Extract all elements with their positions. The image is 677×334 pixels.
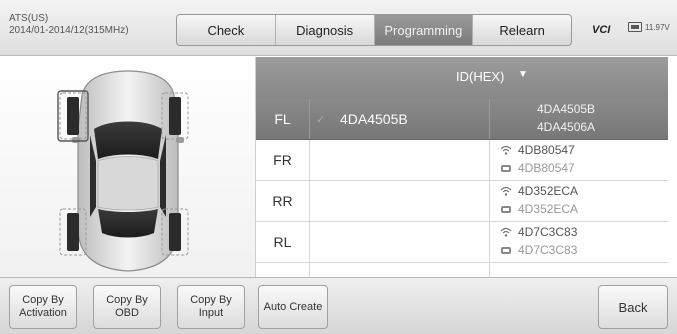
- sensor-id-cell: 4D352ECA 4D352ECA: [490, 181, 668, 221]
- sensor-id: 4D352ECA: [518, 184, 579, 198]
- back-button[interactable]: Back: [598, 285, 668, 329]
- vci-status-icon: VCI: [592, 24, 611, 36]
- sensor-id: 4DA4505B: [537, 102, 596, 116]
- copy-by-obd-button[interactable]: Copy By OBD: [93, 285, 161, 329]
- obd-icon: [501, 246, 511, 254]
- obd-icon: [501, 164, 511, 172]
- wheel-fl[interactable]: [67, 97, 79, 135]
- battery-icon: [628, 22, 642, 32]
- wheel-position-label: RL: [256, 222, 310, 262]
- tab-diagnosis[interactable]: Diagnosis: [274, 15, 374, 45]
- table-row-fl[interactable]: FL ✓ 4DA4505B 4DA4505B 4DA4506A: [256, 99, 668, 140]
- obd-icon: [501, 205, 511, 213]
- table-row-fr[interactable]: FR 4DB80547 4DB80547: [256, 140, 668, 181]
- battery-indicator: 11.97V: [628, 22, 670, 32]
- obd-id: 4DA4506A: [537, 120, 596, 134]
- wireless-icon: [500, 186, 512, 196]
- function-tabs: Check Diagnosis Programming Relearn: [176, 14, 572, 46]
- tab-check[interactable]: Check: [177, 15, 275, 45]
- sort-down-icon[interactable]: ▼: [518, 69, 528, 80]
- programmed-id-cell: [310, 181, 490, 221]
- obd-id: 4DB80547: [518, 161, 575, 175]
- wheel-position-label: FR: [256, 140, 310, 180]
- sensor-id: 4D7C3C83: [518, 225, 578, 239]
- sensor-id-cell: 4D7C3C83 4D7C3C83: [490, 222, 668, 262]
- car-roof: [97, 156, 159, 211]
- table-header: ID(HEX) ▼: [256, 57, 668, 99]
- programmed-id-cell: [310, 140, 490, 180]
- sensor-id-cell: 4DB80547 4DB80547: [490, 140, 668, 180]
- sensor-id-cell: 4DA4505B 4DA4506A: [490, 99, 668, 139]
- copy-by-input-button[interactable]: Copy By Input: [177, 285, 245, 329]
- wheel-rl[interactable]: [67, 213, 79, 251]
- car-windshield: [94, 121, 162, 159]
- wheel-position-label: FL: [256, 99, 310, 139]
- check-icon: ✓: [316, 113, 326, 126]
- wheel-position-label: RR: [256, 181, 310, 221]
- copy-by-activation-button[interactable]: Copy By Activation: [9, 285, 77, 329]
- wireless-icon: [500, 145, 512, 155]
- bottom-toolbar: Copy By Activation Copy By OBD Copy By I…: [0, 277, 677, 334]
- header-bar: ATS(US) 2014/01-2014/12(315MHz) Check Di…: [0, 0, 677, 56]
- car-top-view-illustration: [57, 70, 189, 272]
- wheel-rr[interactable]: [169, 213, 181, 251]
- table-row-rl[interactable]: RL 4D7C3C83 4D7C3C83: [256, 222, 668, 263]
- tab-relearn[interactable]: Relearn: [472, 15, 571, 45]
- programmed-id: 4DA4505B: [340, 111, 408, 127]
- vehicle-year-frequency: 2014/01-2014/12(315MHz): [9, 25, 129, 36]
- id-hex-column-header[interactable]: ID(HEX): [456, 69, 504, 84]
- table-row-rr[interactable]: RR 4D352ECA 4D352ECA: [256, 181, 668, 222]
- vehicle-diagram-panel: [0, 57, 256, 277]
- obd-id: 4D7C3C83: [518, 243, 578, 257]
- car-left-mirror: [72, 137, 80, 143]
- programmed-id-cell: [310, 222, 490, 262]
- tab-programming[interactable]: Programming: [373, 15, 473, 45]
- battery-voltage: 11.97V: [645, 22, 670, 32]
- obd-id: 4D352ECA: [518, 202, 579, 216]
- vehicle-model: ATS(US): [9, 13, 49, 24]
- sensor-id: 4DB80547: [518, 143, 575, 157]
- programmed-id-cell: ✓ 4DA4505B: [310, 99, 490, 139]
- tpms-id-table: ID(HEX) ▼ FL ✓ 4DA4505B 4DA4505B 4DA4506…: [256, 57, 668, 277]
- car-rear-window: [98, 209, 158, 238]
- wheel-fr[interactable]: [169, 97, 181, 135]
- car-right-mirror: [176, 137, 184, 143]
- auto-create-button[interactable]: Auto Create: [258, 285, 328, 329]
- table-row-empty: [256, 263, 668, 277]
- wireless-icon: [500, 227, 512, 237]
- vehicle-info: ATS(US) 2014/01-2014/12(315MHz): [9, 13, 129, 37]
